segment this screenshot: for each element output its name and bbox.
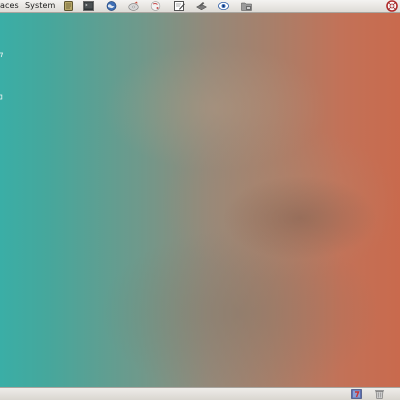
text-editor-icon[interactable] — [174, 1, 185, 11]
help-icon[interactable] — [150, 1, 161, 11]
desktop-background[interactable] — [0, 13, 400, 387]
places-menu[interactable]: aces — [0, 0, 19, 13]
system-menu[interactable]: System — [25, 0, 55, 13]
notes-icon[interactable] — [63, 1, 74, 11]
screen: aces System — [0, 0, 400, 400]
desktop-icon-partial[interactable] — [0, 94, 3, 100]
package-manager-icon[interactable] — [196, 1, 207, 11]
lifebuoy-icon[interactable] — [386, 0, 398, 12]
disc-burner-icon[interactable] — [128, 1, 139, 11]
network-monitor-icon[interactable] — [218, 1, 229, 11]
workspace-switcher-icon[interactable] — [351, 389, 362, 399]
file-manager-icon[interactable] — [241, 1, 252, 11]
bottom-panel — [0, 387, 400, 400]
desktop-icon-partial[interactable] — [0, 52, 3, 58]
top-panel: aces System — [0, 0, 400, 13]
trash-icon[interactable] — [374, 389, 385, 399]
web-browser-icon[interactable] — [106, 1, 117, 11]
terminal-icon[interactable] — [83, 1, 94, 11]
